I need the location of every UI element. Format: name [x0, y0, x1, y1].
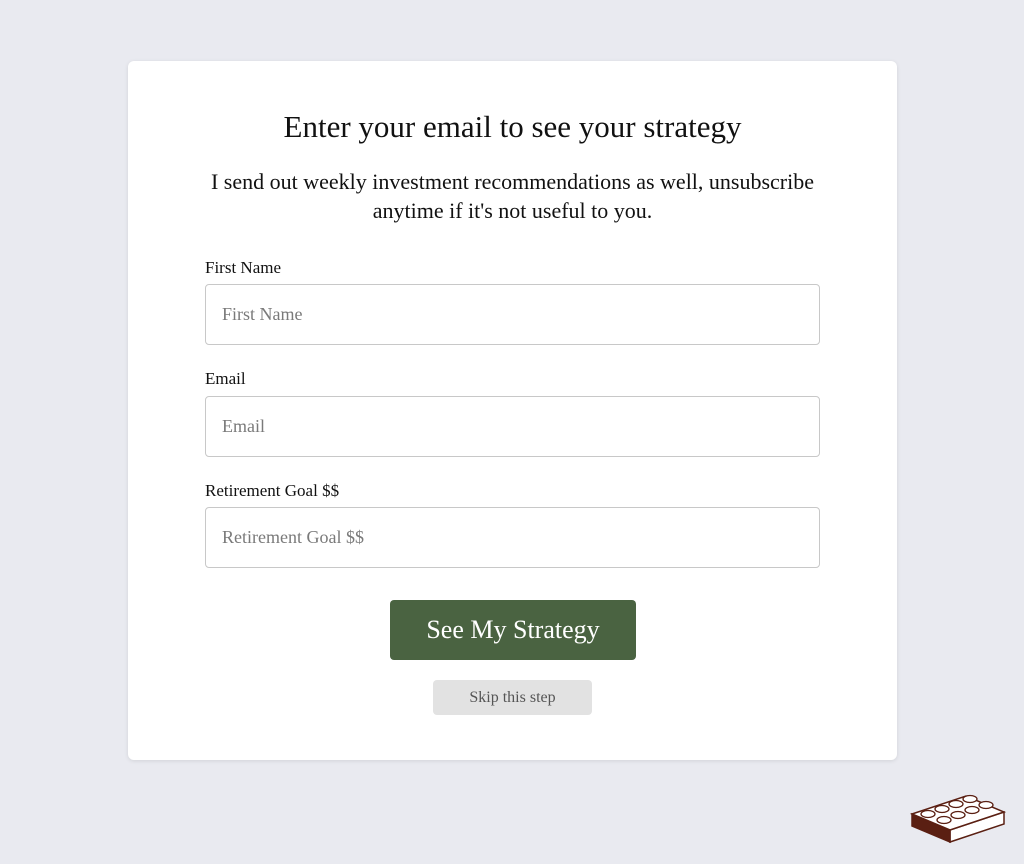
retirement-goal-label: Retirement Goal $$: [205, 481, 340, 500]
signup-card: Enter your email to see your strategy I …: [128, 61, 897, 760]
first-name-input[interactable]: [205, 284, 820, 345]
form-subtitle: I send out weekly investment recommendat…: [210, 169, 815, 223]
email-input[interactable]: [205, 396, 820, 457]
lego-brick-icon[interactable]: [908, 786, 1008, 848]
see-my-strategy-button[interactable]: See My Strategy: [390, 600, 636, 660]
retirement-goal-input[interactable]: [205, 507, 820, 568]
first-name-label: First Name: [205, 258, 282, 277]
form-title: Enter your email to see your strategy: [283, 109, 742, 144]
skip-step-button[interactable]: Skip this step: [433, 680, 592, 715]
email-label: Email: [205, 369, 246, 388]
